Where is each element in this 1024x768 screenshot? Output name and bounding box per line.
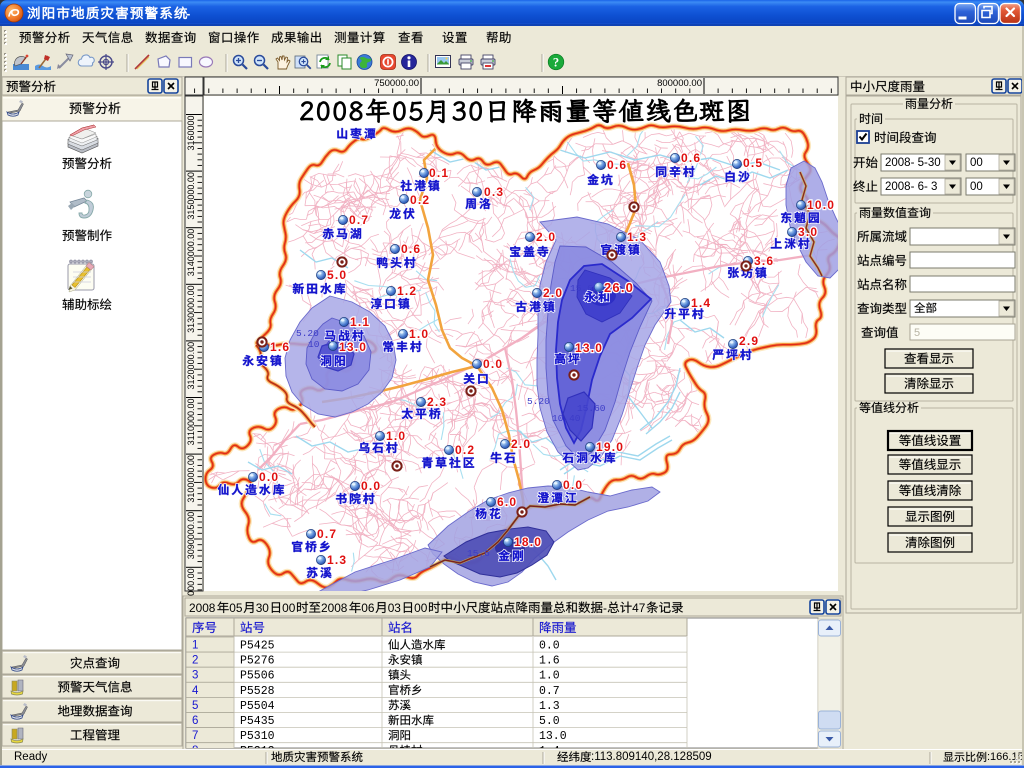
svg-text:-: - [603, 601, 607, 615]
svg-text:1.6: 1.6 [539, 655, 560, 668]
svg-text:3: 3 [192, 670, 198, 682]
svg-text:?: ? [553, 56, 559, 70]
svg-text:3100000.00: 3100000.00 [186, 455, 196, 503]
svg-text:-: - [186, 6, 190, 21]
svg-text:06: 06 [361, 601, 375, 615]
svg-text:00: 00 [970, 157, 983, 169]
svg-text:1.6: 1.6 [270, 340, 290, 354]
svg-text:47: 47 [632, 601, 645, 615]
svg-text:2.9: 2.9 [739, 334, 759, 348]
svg-text:2.3: 2.3 [427, 395, 447, 409]
svg-text:800000.00: 800000.00 [657, 78, 702, 89]
svg-text:P5310: P5310 [240, 730, 275, 743]
svg-text:P5506: P5506 [240, 670, 275, 683]
svg-text:3090000.00: 3090000.00 [186, 512, 196, 560]
svg-text:10.0: 10.0 [807, 198, 835, 212]
svg-text:3160000: 3160000 [186, 116, 196, 151]
svg-text:13.0: 13.0 [339, 340, 367, 354]
svg-text:3120000.00: 3120000.00 [186, 342, 196, 390]
svg-text:3.0: 3.0 [798, 225, 818, 239]
svg-text:1.0: 1.0 [386, 429, 406, 443]
svg-text:2008: 2008 [321, 601, 348, 615]
svg-text:0.5: 0.5 [743, 156, 763, 170]
svg-text:13.0: 13.0 [575, 341, 603, 355]
svg-text:2.0: 2.0 [536, 230, 556, 244]
svg-text:2: 2 [192, 655, 198, 667]
svg-text:7: 7 [192, 730, 198, 742]
svg-text:03: 03 [388, 601, 402, 615]
svg-text:5.0: 5.0 [327, 268, 347, 282]
svg-text:5: 5 [914, 327, 920, 339]
svg-text:6: 6 [192, 715, 198, 727]
svg-text:0.7: 0.7 [349, 213, 369, 227]
svg-text:00: 00 [970, 181, 983, 193]
svg-text:1.3: 1.3 [627, 230, 647, 244]
svg-text:30: 30 [256, 601, 270, 615]
svg-text:P5435: P5435 [240, 715, 275, 728]
svg-text:00: 00 [414, 601, 428, 615]
svg-text:0.7: 0.7 [317, 527, 337, 541]
svg-text:750000.00: 750000.00 [374, 78, 419, 89]
svg-text:2008- 6- 3: 2008- 6- 3 [885, 181, 937, 193]
svg-text:3150000.00: 3150000.00 [186, 172, 196, 220]
svg-text:0.2: 0.2 [455, 443, 475, 457]
svg-text:26.0: 26.0 [604, 280, 634, 295]
svg-text:P5276: P5276 [240, 655, 275, 668]
svg-text:5.20: 5.20 [296, 328, 319, 339]
svg-text:0.6: 0.6 [607, 158, 627, 172]
svg-text:0.2: 0.2 [410, 193, 430, 207]
svg-text:2008: 2008 [189, 601, 216, 615]
svg-text:0.3: 0.3 [484, 185, 504, 199]
svg-text:3110000.00: 3110000.00 [186, 399, 196, 446]
svg-text:3140000.00: 3140000.00 [186, 229, 196, 277]
svg-text:P5504: P5504 [240, 700, 275, 713]
svg-text:2008- 5-30: 2008- 5-30 [885, 157, 941, 169]
svg-text:0.0: 0.0 [259, 470, 279, 484]
svg-text:18.0: 18.0 [514, 535, 542, 549]
svg-text:P5425: P5425 [240, 640, 275, 653]
svg-text::113.809140,28.128509: :113.809140,28.128509 [591, 751, 712, 763]
svg-text:1.0: 1.0 [409, 327, 429, 341]
svg-text:0.6: 0.6 [401, 242, 421, 256]
svg-text:10.40: 10.40 [552, 413, 581, 424]
svg-text:0.0: 0.0 [563, 478, 583, 492]
svg-text:3130000.00: 3130000.00 [186, 285, 196, 333]
svg-text:2.0: 2.0 [511, 437, 531, 451]
svg-text:0.1: 0.1 [429, 166, 449, 180]
svg-text:0.6: 0.6 [681, 151, 701, 165]
svg-text:00: 00 [282, 601, 296, 615]
svg-text:5.0: 5.0 [539, 715, 560, 728]
svg-text:1.3: 1.3 [327, 553, 347, 567]
svg-text:2.0: 2.0 [543, 286, 563, 300]
svg-text:19.0: 19.0 [596, 440, 624, 454]
svg-text:P5528: P5528 [240, 685, 275, 698]
svg-text:Ready: Ready [14, 751, 47, 763]
svg-text:1.2: 1.2 [397, 284, 417, 298]
svg-text:13.0: 13.0 [539, 730, 567, 743]
svg-text:05: 05 [229, 601, 243, 615]
svg-text:0.0: 0.0 [539, 640, 560, 653]
svg-text:1: 1 [192, 640, 198, 652]
svg-text:15.6: 15.6 [467, 548, 490, 559]
svg-text:1.4: 1.4 [691, 296, 711, 310]
svg-text:15.60: 15.60 [577, 403, 606, 414]
svg-text:5: 5 [192, 700, 198, 712]
svg-text:1.1: 1.1 [350, 315, 370, 329]
svg-text:0.0: 0.0 [483, 357, 503, 371]
svg-text:5.20: 5.20 [527, 396, 550, 407]
svg-text:0.7: 0.7 [539, 685, 560, 698]
svg-text:1.0: 1.0 [539, 670, 560, 683]
svg-text:6.0: 6.0 [497, 495, 517, 509]
svg-text:1.3: 1.3 [539, 700, 560, 713]
svg-text:4: 4 [192, 685, 199, 697]
svg-text:0.0: 0.0 [361, 479, 381, 493]
svg-text:3.6: 3.6 [754, 254, 774, 268]
